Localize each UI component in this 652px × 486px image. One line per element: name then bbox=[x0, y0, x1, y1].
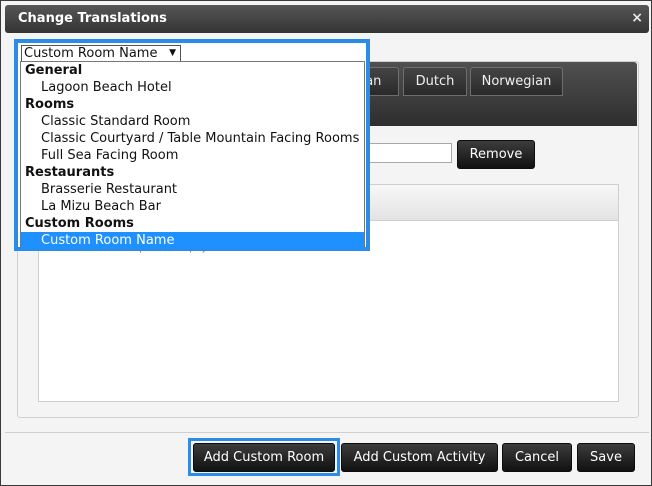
optgroup-rooms: Rooms bbox=[25, 97, 75, 112]
option-classic-courtyard-room[interactable]: Classic Courtyard / Table Mountain Facin… bbox=[21, 130, 364, 147]
room-select-listbox: General Lagoon Beach Hotel Rooms Classic… bbox=[20, 61, 365, 249]
add-custom-activity-button[interactable]: Add Custom Activity bbox=[341, 443, 498, 472]
optgroup-general: General bbox=[25, 63, 83, 78]
optgroup-custom-rooms: Custom Rooms bbox=[25, 216, 134, 231]
option-full-sea-facing-room[interactable]: Full Sea Facing Room bbox=[21, 147, 364, 164]
option-lagoon-beach-hotel[interactable]: Lagoon Beach Hotel bbox=[21, 79, 364, 96]
option-brasserie-restaurant[interactable]: Brasserie Restaurant bbox=[21, 181, 364, 198]
optgroup-restaurants: Restaurants bbox=[25, 165, 115, 180]
add-custom-room-highlight bbox=[188, 438, 340, 476]
save-button[interactable]: Save bbox=[577, 443, 635, 472]
remove-button[interactable]: Remove bbox=[457, 140, 535, 169]
room-select-highlight: Custom Room Name ▼ General Lagoon Beach … bbox=[14, 39, 370, 251]
tab-norwegian[interactable]: Norwegian bbox=[470, 67, 563, 96]
dialog-title: Change Translations bbox=[18, 11, 167, 26]
room-select-value: Custom Room Name bbox=[24, 46, 158, 61]
cancel-button[interactable]: Cancel bbox=[502, 443, 572, 472]
tab-dutch[interactable]: Dutch bbox=[403, 67, 467, 96]
room-select[interactable]: Custom Room Name ▼ bbox=[21, 45, 181, 62]
option-custom-room-name[interactable]: Custom Room Name bbox=[21, 232, 364, 249]
custom-name-input[interactable] bbox=[367, 143, 452, 163]
change-translations-dialog: Change Translations × ian Dutch Norwegia… bbox=[0, 0, 652, 486]
option-la-mizu-beach-bar[interactable]: La Mizu Beach Bar bbox=[21, 198, 364, 215]
option-classic-standard-room[interactable]: Classic Standard Room bbox=[21, 113, 364, 130]
chevron-down-icon: ▼ bbox=[169, 48, 176, 58]
footer-divider bbox=[5, 432, 649, 433]
dialog-titlebar: Change Translations × bbox=[5, 5, 649, 33]
close-icon[interactable]: × bbox=[631, 10, 643, 26]
